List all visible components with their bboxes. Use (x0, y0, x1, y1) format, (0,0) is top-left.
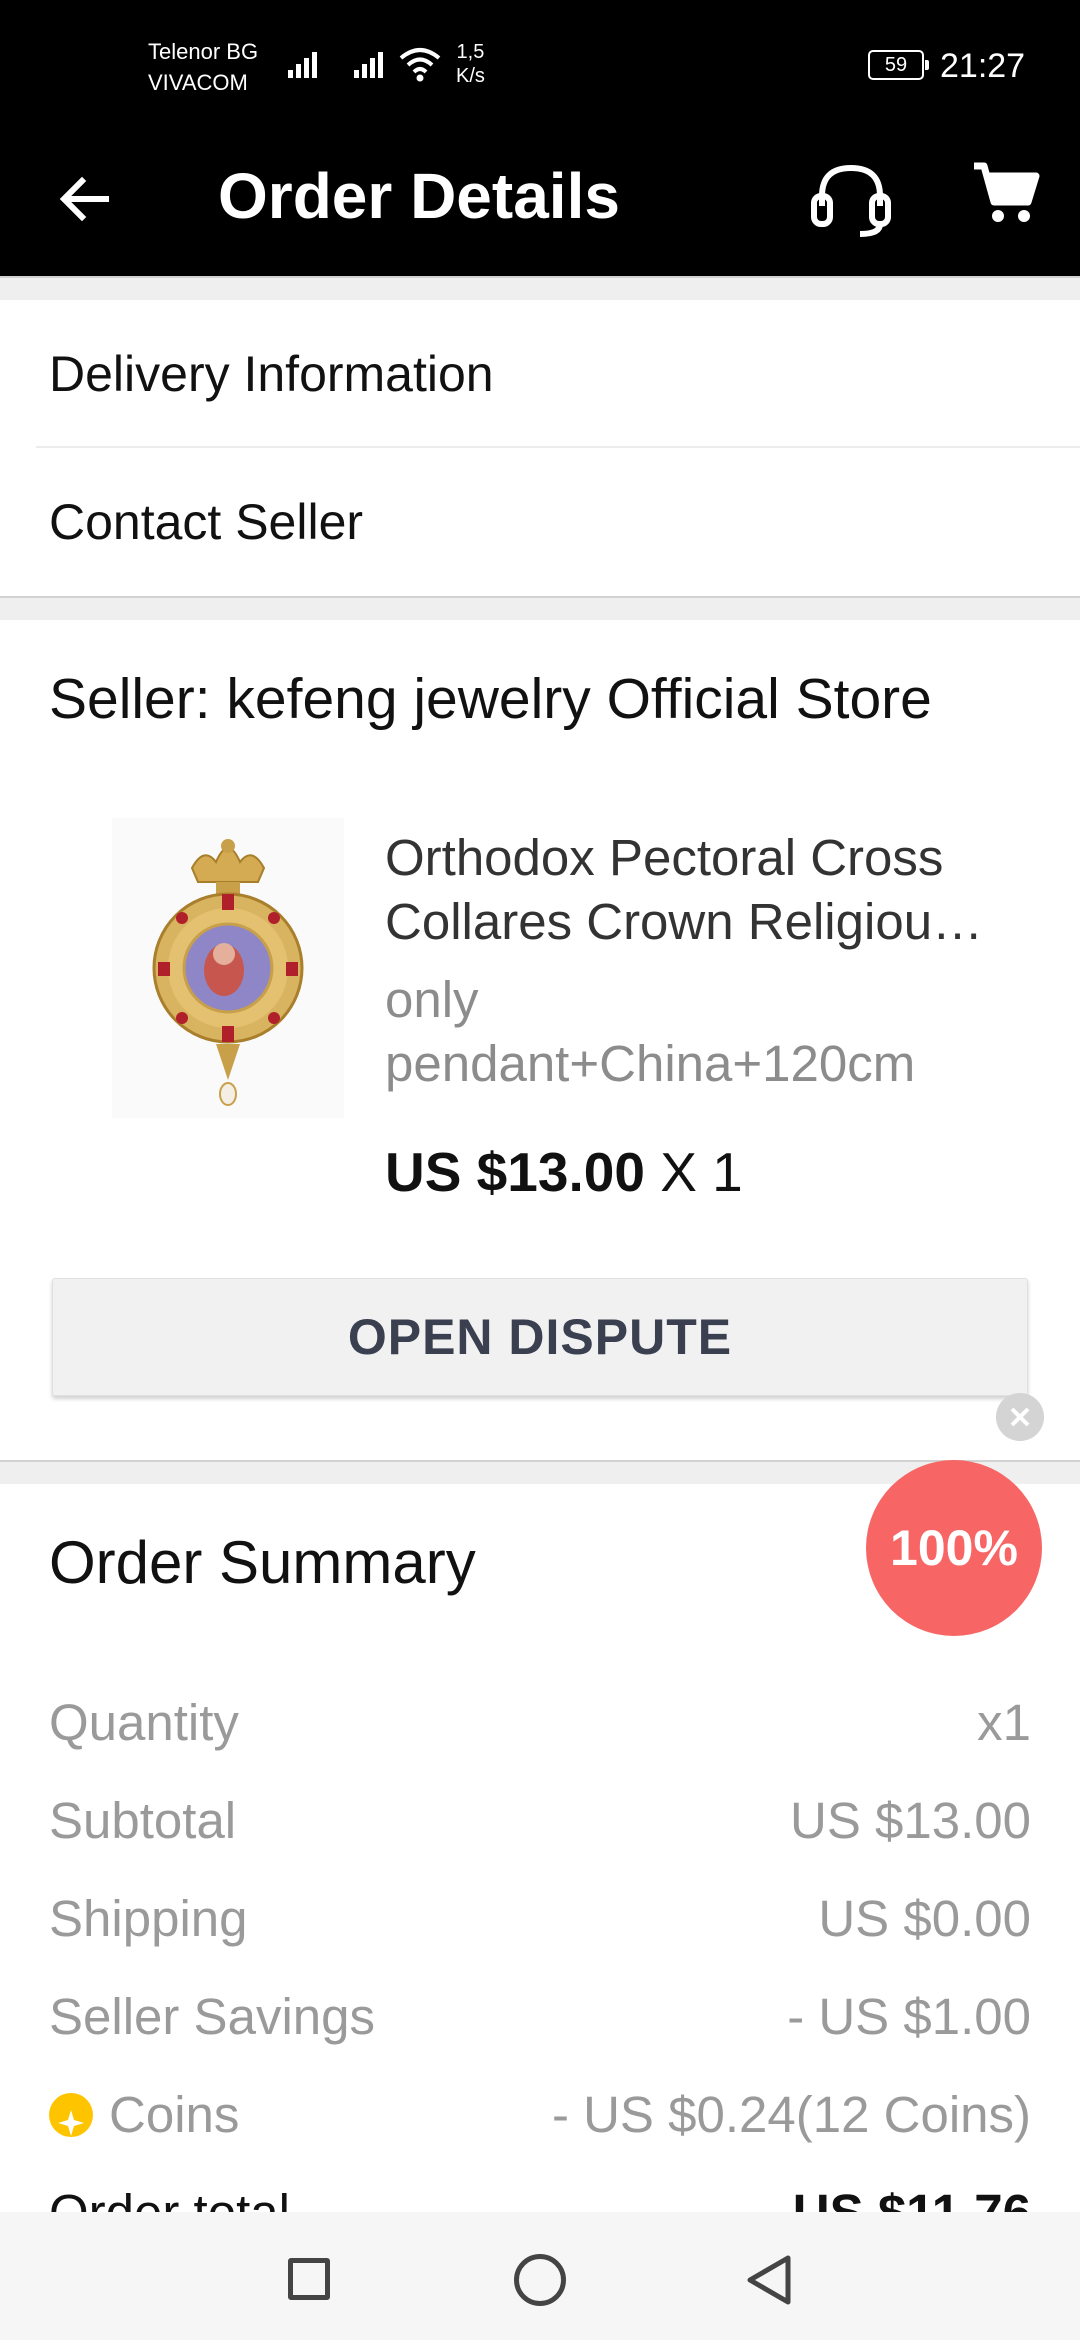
summary-row-coins: Coins - US $0.24(12 Coins) (49, 2080, 1031, 2150)
product-name-line-1: Orthodox Pectoral Cross (385, 829, 944, 886)
summary-value: - US $0.24(12 Coins) (551, 2086, 1031, 2143)
summary-row-subtotal: Subtotal US $13.00 (49, 1786, 1031, 1856)
app-bar: Order Details (0, 140, 1080, 276)
summary-value: US $13.00 (789, 1792, 1031, 1849)
quantity-value: X 1 (644, 1141, 743, 1203)
summary-label: Subtotal (49, 1792, 237, 1849)
variant-line-2: pendant+China+120cm (385, 1035, 916, 1092)
carrier-names: Telenor BG VIVACOM (148, 36, 258, 98)
home-icon[interactable] (514, 2254, 566, 2306)
summary-label: Coins (109, 2086, 240, 2143)
price-value: US $13.00 (385, 1141, 645, 1203)
summary-row-quantity: Quantity x1 (49, 1688, 1031, 1758)
summary-label: Shipping (49, 1890, 248, 1947)
summary-row-seller-savings: Seller Savings - US $1.00 (49, 1982, 1031, 2052)
network-speed: 1,5 K/s (456, 40, 485, 88)
battery-icon: 59 (868, 50, 929, 80)
carrier-2: VIVACOM (148, 70, 248, 95)
coin-icon (49, 2092, 93, 2137)
contact-seller-link[interactable]: Contact Seller (0, 448, 1080, 596)
coins-label-wrap: Coins (49, 2080, 239, 2150)
seller-name[interactable]: Seller: kefeng jewelry Official Store (49, 666, 932, 732)
back-arrow-icon[interactable] (54, 168, 116, 230)
product-variant: only pendant+China+120cm (385, 968, 1025, 1096)
section-divider (0, 596, 1080, 620)
headset-icon[interactable] (808, 160, 894, 240)
summary-label: Seller Savings (49, 1988, 375, 2045)
page-title: Order Details (218, 160, 620, 232)
promo-badge[interactable]: 100% (866, 1460, 1042, 1636)
cart-icon[interactable] (970, 158, 1040, 228)
summary-label: Quantity (49, 1694, 239, 1751)
signal-icon (288, 48, 322, 78)
wifi-icon (399, 48, 441, 82)
speed-value: 1,5 (456, 41, 485, 63)
close-icon[interactable] (996, 1393, 1044, 1441)
variant-line-1: only (385, 971, 479, 1028)
system-navigation-bar (0, 2212, 1080, 2340)
delivery-information-label: Delivery Information (49, 346, 494, 402)
carrier-1: Telenor BG (148, 39, 259, 64)
product-image[interactable] (112, 818, 344, 1118)
signal-icon (354, 48, 388, 78)
order-summary-title: Order Summary (49, 1529, 476, 1596)
summary-value: x1 (977, 1694, 1031, 1751)
summary-row-shipping: Shipping US $0.00 (49, 1884, 1031, 1954)
back-nav-icon[interactable] (742, 2252, 796, 2308)
contact-seller-label: Contact Seller (49, 494, 364, 550)
summary-value: US $0.00 (818, 1890, 1031, 1947)
section-divider (0, 276, 1080, 300)
summary-value: - US $1.00 (787, 1988, 1031, 2045)
product-name[interactable]: Orthodox Pectoral Cross Collares Crown R… (385, 826, 1025, 954)
open-dispute-button[interactable]: OPEN DISPUTE (52, 1278, 1028, 1396)
speed-unit: K/s (456, 65, 485, 87)
product-name-line-2: Collares Crown Religiou… (385, 893, 984, 950)
clock: 21:27 (940, 47, 1026, 85)
delivery-information-link[interactable]: Delivery Information (0, 300, 1080, 448)
product-price: US $13.00 X 1 (385, 1140, 743, 1204)
recent-apps-icon[interactable] (288, 2258, 330, 2300)
status-bar: Telenor BG VIVACOM 1,5 K/s 59 21:27 (0, 0, 1080, 140)
